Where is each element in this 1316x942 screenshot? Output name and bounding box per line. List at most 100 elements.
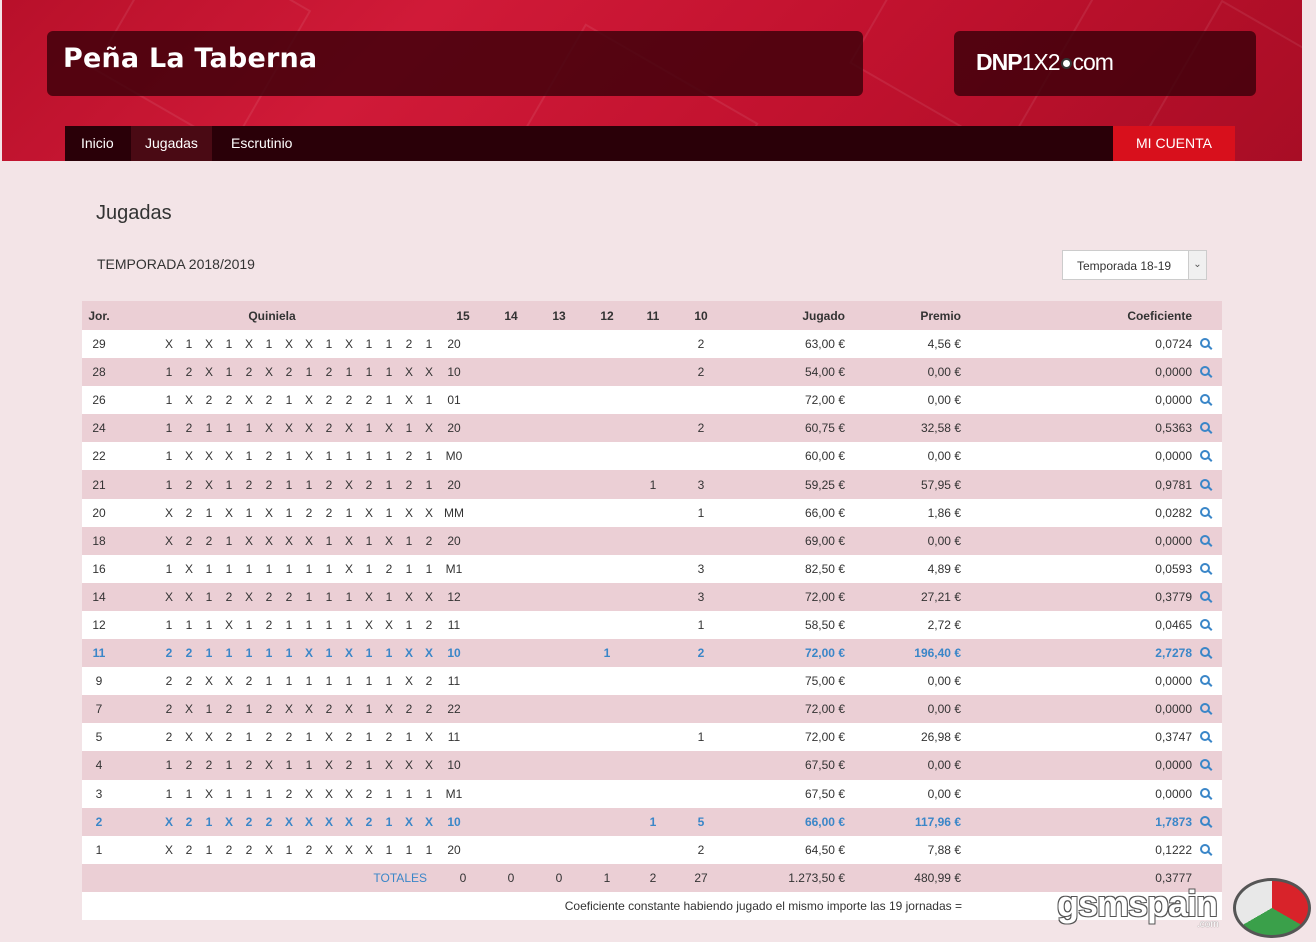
prediction-cell: X [384,421,393,436]
prediction-cell: 1 [325,337,333,352]
prediction-cell: 1 [245,561,253,576]
prediction-cell: 1 [225,786,233,801]
view-detail-button[interactable] [1200,449,1216,463]
col-header-13[interactable]: 13 [548,309,570,323]
prediction-cell: X [424,814,433,829]
view-detail-button[interactable] [1200,843,1216,857]
prediction-cell: 2 [365,477,373,492]
prediction-cell: 2 [425,674,433,689]
coeficiente-cell: 0,5363 [1155,421,1192,436]
col-header-10[interactable]: 10 [690,309,712,323]
gsmspain-watermark: gsmspain .com [1055,878,1315,940]
search-icon[interactable] [1200,394,1210,405]
view-detail-button[interactable] [1200,393,1216,407]
col-header-15[interactable]: 15 [452,309,474,323]
prediction-cell: 1 [425,449,433,464]
prediction-cell: 1 [245,786,253,801]
prediction-cell: 2 [325,365,333,380]
view-detail-button[interactable] [1200,478,1216,492]
col-header-jugado[interactable]: Jugado [772,309,845,323]
prediction-cell: X [304,421,313,436]
view-detail-button[interactable] [1200,815,1216,829]
view-detail-button[interactable] [1200,337,1216,351]
search-icon[interactable] [1200,534,1210,545]
view-detail-button[interactable] [1200,506,1216,520]
jornada-cell: 21 [92,477,106,492]
search-icon[interactable] [1200,506,1210,517]
prediction-cell: 2 [265,730,273,745]
search-icon[interactable] [1200,450,1210,461]
search-icon[interactable] [1200,675,1210,686]
search-icon[interactable] [1200,618,1210,629]
search-icon[interactable] [1200,815,1210,826]
prediction-cell: 1 [285,842,293,857]
search-icon[interactable] [1200,422,1210,433]
view-detail-button[interactable] [1200,646,1216,660]
view-detail-button[interactable] [1200,618,1216,632]
pleno-cell: 20 [447,421,461,436]
my-account-button[interactable]: MI CUENTA [1113,126,1235,161]
hits-10-cell: 2 [697,646,705,661]
col-header-premio[interactable]: Premio [882,309,961,323]
season-select[interactable]: Temporada 18-19 ⌄ [1062,250,1207,280]
prediction-cell: 2 [385,730,393,745]
nav-item-jugadas[interactable]: Jugadas [131,126,212,161]
view-detail-button[interactable] [1200,562,1216,576]
logo-box[interactable]: DNP1X2 com [954,31,1256,96]
prediction-cell: X [264,842,273,857]
search-icon[interactable] [1200,338,1210,349]
premio-cell: 0,00 € [927,674,961,689]
view-detail-button[interactable] [1200,421,1216,435]
prediction-cell: 1 [305,758,313,773]
search-icon[interactable] [1200,787,1210,798]
view-detail-button[interactable] [1200,674,1216,688]
hits-10-cell: 2 [697,337,705,352]
search-icon[interactable] [1200,843,1210,854]
search-icon[interactable] [1200,478,1210,489]
prediction-cell: 2 [285,589,293,604]
prediction-cell: 2 [365,786,373,801]
table-row: 18 X 2 2 1 X X X X 1 X 1 X 1 2 20 69,00 €0,00 €0,0000 [82,526,1222,555]
col-header-quiniela[interactable]: Quiniela [202,309,342,323]
search-icon[interactable] [1200,731,1210,742]
premio-cell: 26,98 € [920,730,961,745]
jugado-cell: 66,00 € [804,505,845,520]
dnp1x2-logo[interactable]: DNP1X2 com [976,49,1114,76]
prediction-cell: 1 [245,730,253,745]
prediction-cell: 1 [425,842,433,857]
search-icon[interactable] [1200,703,1210,714]
search-icon[interactable] [1200,366,1210,377]
view-detail-button[interactable] [1200,590,1216,604]
prediction-cell: 1 [405,842,413,857]
nav-item-inicio[interactable]: Inicio [67,126,128,161]
prediction-cell: X [184,561,193,576]
table-row: 29 X 1 X 1 X 1 X X 1 X 1 1 2 1 20 2 63,00 €4,56 €0,0724 [82,330,1222,359]
col-header-jor[interactable]: Jor. [82,309,116,323]
prediction-cell: 2 [185,842,193,857]
search-icon[interactable] [1200,590,1210,601]
nav-item-escrutinio[interactable]: Escrutinio [217,126,306,161]
view-detail-button[interactable] [1200,534,1216,548]
jornada-cell: 4 [95,758,103,773]
title-box: Peña La Taberna [47,31,863,96]
premio-cell: 0,00 € [927,533,961,548]
prediction-cell: 1 [165,477,173,492]
view-detail-button[interactable] [1200,365,1216,379]
view-detail-button[interactable] [1200,758,1216,772]
view-detail-button[interactable] [1200,787,1216,801]
prediction-cell: 1 [245,646,253,661]
prediction-cell: 1 [305,477,313,492]
col-header-11[interactable]: 11 [642,309,664,323]
chevron-down-icon[interactable]: ⌄ [1188,251,1206,279]
site-title[interactable]: Peña La Taberna [63,43,317,74]
view-detail-button[interactable] [1200,730,1216,744]
col-header-12[interactable]: 12 [596,309,618,323]
view-detail-button[interactable] [1200,702,1216,716]
col-header-coeficiente[interactable]: Coeficiente [1112,309,1192,323]
col-header-14[interactable]: 14 [500,309,522,323]
search-icon[interactable] [1200,647,1210,658]
search-icon[interactable] [1200,759,1210,770]
jornada-cell: 29 [92,337,106,352]
prediction-cell: X [224,505,233,520]
search-icon[interactable] [1200,562,1210,573]
